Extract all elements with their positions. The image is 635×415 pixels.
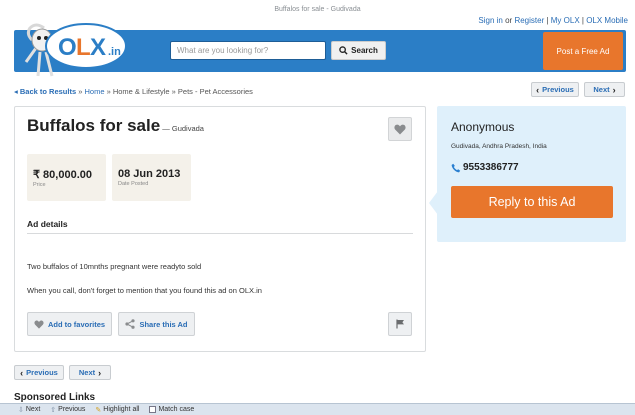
chevron-left-icon: ‹: [536, 84, 540, 95]
chevron-right-icon: ›: [98, 367, 102, 378]
add-to-favorites-button[interactable]: Add to favorites: [27, 312, 112, 336]
or-text: or: [502, 16, 515, 25]
breadcrumb-home-link[interactable]: Home: [84, 87, 104, 96]
browser-find-bar: ⇩ Next ⇧ Previous ✎ Highlight all Match cas…: [0, 403, 635, 415]
share-ad-button[interactable]: Share this Ad: [118, 312, 195, 336]
ad-details-heading: Ad details: [27, 219, 68, 229]
breadcrumb: ◂ Back to Results » Home » Home & Lifest…: [14, 87, 253, 96]
chevron-left-icon: ‹: [20, 367, 24, 378]
breadcrumb-subcategory: Pets - Pet Accessories: [177, 87, 253, 96]
window-title: Buffalos for sale - Gudivada: [274, 6, 361, 13]
seller-panel-pointer: [429, 191, 438, 215]
share-icon: [125, 319, 136, 329]
report-ad-button[interactable]: [388, 312, 412, 336]
heart-icon: [34, 319, 44, 329]
price-value: ₹ 80,000.00: [33, 169, 92, 181]
price-label: Price: [33, 182, 46, 188]
arrow-down-icon: ⇩: [18, 406, 24, 414]
phone-icon: [451, 163, 461, 172]
find-previous-button[interactable]: ⇧ Previous: [50, 406, 85, 414]
phone-number: 9553386777: [463, 162, 519, 173]
price-box: ₹ 80,000.00 Price: [27, 154, 106, 201]
heart-icon: [394, 124, 406, 134]
post-free-ad-button[interactable]: Post a Free Ad: [543, 32, 623, 70]
mention-olx-note: When you call, don't forget to mention t…: [27, 286, 262, 295]
sponsored-links-heading: Sponsored Links: [14, 392, 96, 403]
highlight-all-button[interactable]: ✎ Highlight all: [95, 406, 139, 414]
share-label: Share this Ad: [139, 319, 188, 329]
ad-location: Gudivada: [171, 124, 204, 133]
previous-ad-button-top[interactable]: ‹ Previous: [531, 82, 579, 97]
highlighter-icon: ✎: [95, 406, 102, 414]
seller-name: Anonymous: [451, 120, 515, 134]
breadcrumb-category: Home & Lifestyle: [112, 87, 170, 96]
add-to-favorites-label: Add to favorites: [47, 319, 106, 329]
search-icon: [339, 46, 348, 55]
highlight-all-label: Highlight all: [103, 406, 140, 413]
favorite-heart-button[interactable]: [388, 117, 412, 141]
search-button-label: Search: [351, 46, 378, 55]
previous-ad-button-bottom[interactable]: ‹ Previous: [14, 365, 64, 380]
match-case-label: Match case: [158, 406, 195, 413]
date-posted-box: 08 Jun 2013 Date Posted: [112, 154, 191, 201]
account-links: Sign in or Register | My OLX | OLX Mobil…: [478, 16, 628, 25]
back-to-results-link[interactable]: Back to Results: [20, 87, 76, 96]
svg-text:.in: .in: [108, 46, 121, 58]
date-label: Date Posted: [118, 181, 149, 187]
page: Buffalos for sale - Gudivada Sign in or …: [0, 0, 635, 415]
chevron-right-icon: ›: [612, 84, 616, 95]
previous-label: Previous: [542, 85, 574, 94]
arrow-up-icon: ⇧: [50, 406, 57, 414]
match-case-checkbox[interactable]: Match case: [149, 406, 194, 413]
seller-phone[interactable]: 9553386777: [451, 162, 519, 173]
next-label: Next: [78, 368, 96, 377]
next-ad-button-bottom[interactable]: Next ›: [69, 365, 111, 380]
ad-title: Buffalos for sale — Gudivada: [27, 116, 204, 136]
reply-to-ad-button[interactable]: Reply to this Ad: [451, 186, 613, 218]
find-next-button[interactable]: ⇩ Next: [18, 406, 40, 414]
next-ad-button-top[interactable]: Next ›: [584, 82, 625, 97]
svg-text:X: X: [90, 34, 106, 61]
breadcrumb-sep: »: [169, 87, 178, 96]
previous-label: Previous: [26, 368, 58, 377]
checkbox-icon: [149, 406, 157, 413]
sign-in-link[interactable]: Sign in: [478, 16, 502, 25]
ad-location-prefix: —: [160, 124, 172, 133]
register-link[interactable]: Register: [514, 16, 544, 25]
search-input[interactable]: [170, 41, 326, 60]
olx-mobile-link[interactable]: OLX Mobile: [586, 16, 628, 25]
svg-text:O: O: [58, 34, 77, 61]
find-next-label: Next: [25, 406, 41, 413]
breadcrumb-sep: »: [104, 87, 113, 96]
search-button[interactable]: Search: [331, 41, 386, 60]
ad-description: Two buffalos of 10mnths pregnant were re…: [27, 262, 202, 271]
flag-icon: [395, 319, 404, 329]
olx-logo[interactable]: O L X .in: [22, 18, 132, 80]
find-previous-label: Previous: [58, 406, 86, 413]
date-value: 08 Jun 2013: [118, 168, 181, 180]
seller-location: Gudivada, Andhra Pradesh, India: [451, 143, 547, 150]
divider: [27, 233, 413, 234]
my-olx-link[interactable]: My OLX: [551, 16, 580, 25]
ad-title-text: Buffalos for sale: [27, 116, 161, 135]
next-label: Next: [593, 85, 610, 94]
svg-text:L: L: [76, 34, 91, 61]
